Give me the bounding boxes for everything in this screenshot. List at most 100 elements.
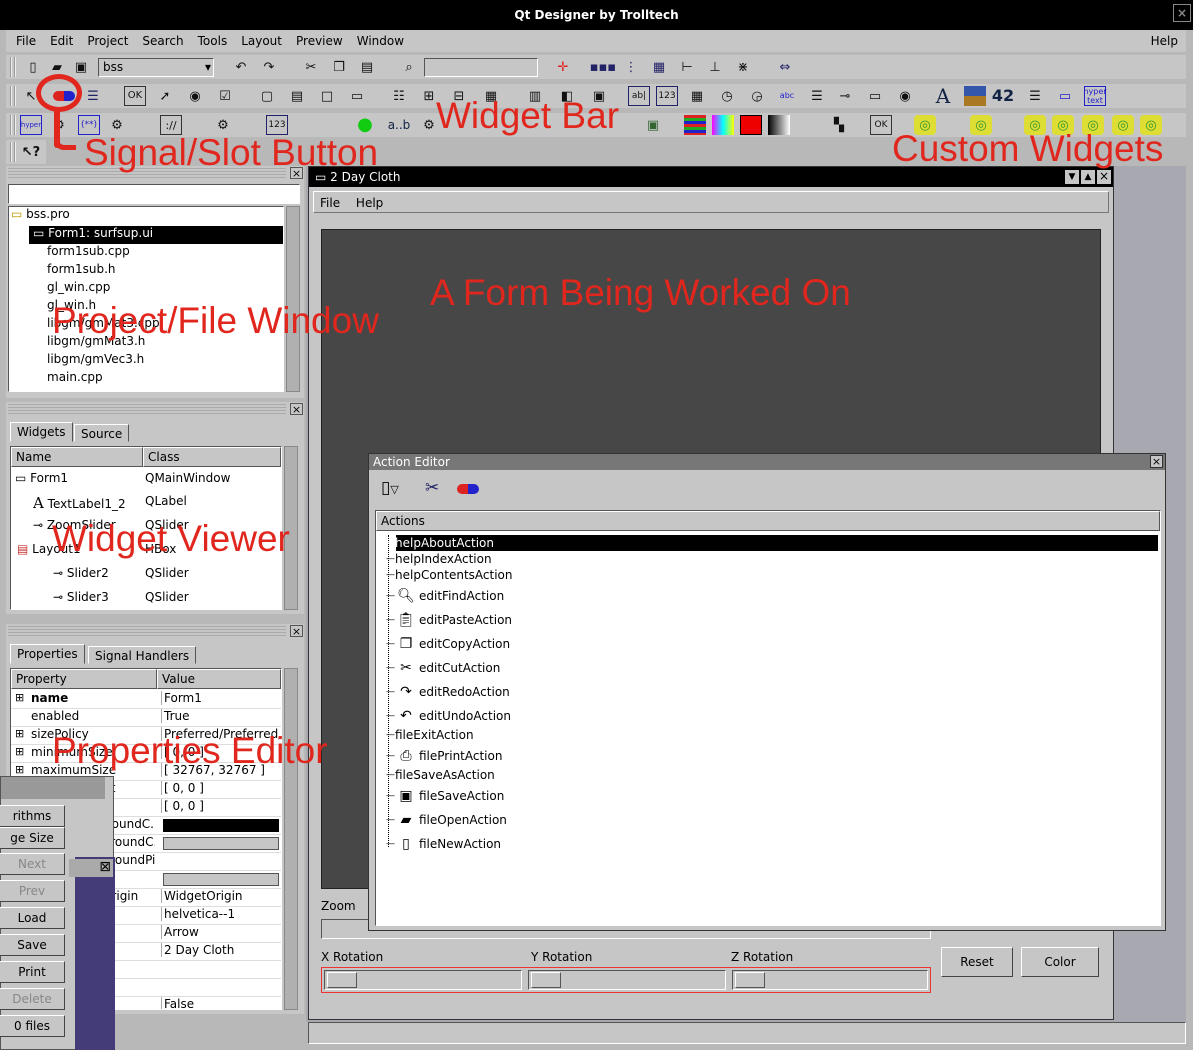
table-row[interactable]: ⊸ Slider3 [53,590,109,608]
new-action-icon[interactable]: ▯▽ [381,478,399,498]
list-item[interactable]: — ❐ editCopyAction [386,633,510,655]
undo-icon[interactable]: ↶ [230,57,252,77]
menu-tools[interactable]: Tools [198,34,228,48]
scrollbar[interactable] [286,206,300,392]
table-row[interactable]: ▭ Form1 [15,471,68,489]
layout-horizontal-icon[interactable]: ▪▪▪ [590,57,616,77]
toolbutton-icon[interactable]: ➚ [154,86,176,106]
action-editor-titlebar[interactable]: Action Editor × [369,454,1165,470]
property-value[interactable]: 2 Day Cloth [161,943,279,957]
groupbox-icon[interactable]: ▢ [256,86,278,106]
list-item[interactable]: — 🔍︎ editFindAction [386,585,504,607]
layout-vertical-icon[interactable]: ⋮ [620,57,642,77]
save-icon[interactable]: ▣ [70,57,92,77]
checker-icon[interactable]: ▚ [828,115,850,135]
column-header-class[interactable]: Class [143,447,281,467]
list-item[interactable]: libgm/gmVec3.h [47,352,144,370]
buttongroup-icon[interactable]: ▤ [286,86,308,106]
tab-signal-handlers[interactable]: Signal Handlers [88,646,197,664]
ok-custom-icon[interactable]: OK [870,115,892,135]
tab-source[interactable]: Source [74,424,130,442]
multiline-icon[interactable]: ☰ [806,86,828,106]
pushbutton-icon[interactable]: OK [124,86,146,106]
close-icon[interactable]: ⊠ [99,859,111,875]
expand-icon[interactable]: ⊞ [15,745,24,758]
close-icon[interactable]: × [290,625,303,637]
property-value[interactable]: helvetica--1 [161,907,279,921]
listbox-color-icon[interactable] [684,115,706,135]
slider-handle[interactable] [327,972,357,988]
next-button[interactable]: Next [0,853,65,875]
column-header-value[interactable]: Value [157,669,281,689]
list-item[interactable]: — ▣ fileSaveAction [386,785,504,807]
connect-icon[interactable] [457,484,479,494]
load-button[interactable]: Load [0,907,65,929]
colorpicker-icon[interactable] [712,115,734,135]
list-item[interactable]: — ↷ editRedoAction [386,681,510,703]
monitor-icon[interactable]: ▣ [642,115,664,135]
table-row[interactable]: ⊞ name Form1 [11,691,281,709]
column-header-property[interactable]: Property [11,669,157,689]
radiobutton-icon[interactable]: ◉ [184,86,206,106]
checkbox-icon[interactable]: ☑ [214,86,236,106]
reset-button[interactable]: Reset [941,947,1013,977]
pixmap-icon[interactable] [964,86,986,106]
menu-layout[interactable]: Layout [241,34,282,48]
search-icon[interactable]: ⌕ [398,57,420,77]
adjust-size-icon[interactable]: ✛ [552,57,574,77]
scissors-icon[interactable]: ✂ [425,478,439,498]
list-item[interactable]: — fileSaveAsAction [386,767,495,783]
y-rotation-slider[interactable] [528,970,726,990]
list-item[interactable]: — ▰ fileOpenAction [386,809,507,831]
list-item[interactable]: — 📋︎ editPasteAction [386,609,512,631]
list-item[interactable]: gl_win.cpp [47,280,110,298]
list-item[interactable]: main.cpp [47,370,103,388]
form-menu-file[interactable]: File [320,196,340,210]
property-value[interactable]: [ 0, 0 ] [161,799,279,813]
save-button[interactable]: Save [0,934,65,956]
scrollbar[interactable] [284,668,298,1010]
slider-handle[interactable] [735,972,765,988]
layout-grid-icon[interactable]: ▦ [648,57,670,77]
list-item[interactable]: — fileExitAction [386,727,474,743]
column-header-name[interactable]: Name [11,447,143,467]
list-item[interactable]: — ↶ editUndoAction [386,705,511,727]
dial-icon[interactable]: ◉ [894,86,916,106]
split-h-icon[interactable]: ⊢ [676,57,698,77]
line-icon[interactable]: ☰ [1024,86,1046,106]
label-icon[interactable]: A [932,86,954,106]
split-v-icon[interactable]: ⊥ [704,57,726,77]
property-value[interactable]: [ 0, 0 ] [161,781,279,795]
scrollbar-icon[interactable]: ▭ [864,86,886,106]
lcd-icon[interactable]: 42 [992,86,1014,106]
table-row[interactable]: enabled True [11,709,281,727]
clock-icon[interactable]: ◷ [716,86,738,106]
close-icon[interactable]: × [1150,455,1163,468]
menu-edit[interactable]: Edit [50,34,73,48]
print-button[interactable]: Print [0,961,65,983]
project-filter[interactable] [8,184,300,204]
gradient-icon[interactable] [768,115,790,135]
copy-icon[interactable]: ❐ [328,57,350,77]
richtext-icon[interactable]: abc [776,86,798,106]
menu-file[interactable]: File [16,34,36,48]
list-item[interactable]: form1sub.h [47,262,116,280]
minimize-icon[interactable]: ▼ [1065,170,1079,184]
menu-search[interactable]: Search [142,34,183,48]
list-item[interactable]: — helpAboutAction [386,535,1158,551]
close-icon[interactable]: × [290,403,303,415]
datetime-icon[interactable]: ◶ [746,86,768,106]
textbrowser-icon[interactable]: hyper text [1083,86,1107,106]
title-bar[interactable]: Qt Designer by Trolltech × [0,0,1193,30]
redbox-icon[interactable] [740,115,762,135]
project-combo[interactable]: bss ▾ [98,58,214,77]
slider-icon[interactable]: ⊸ [834,86,856,106]
form-titlebar[interactable]: ▭ 2 Day Cloth ▼ ▲ × [309,167,1113,187]
expand-icon[interactable]: ⊞ [15,727,24,740]
whats-this-icon[interactable]: ↖? [20,142,42,162]
label-ab-icon[interactable]: a..b [384,115,414,135]
table-row[interactable]: ⊸ Slider2 [53,566,109,584]
numberedit-icon[interactable]: 123 [656,86,678,106]
menu-preview[interactable]: Preview [296,34,343,48]
prev-button[interactable]: Prev [0,880,65,902]
